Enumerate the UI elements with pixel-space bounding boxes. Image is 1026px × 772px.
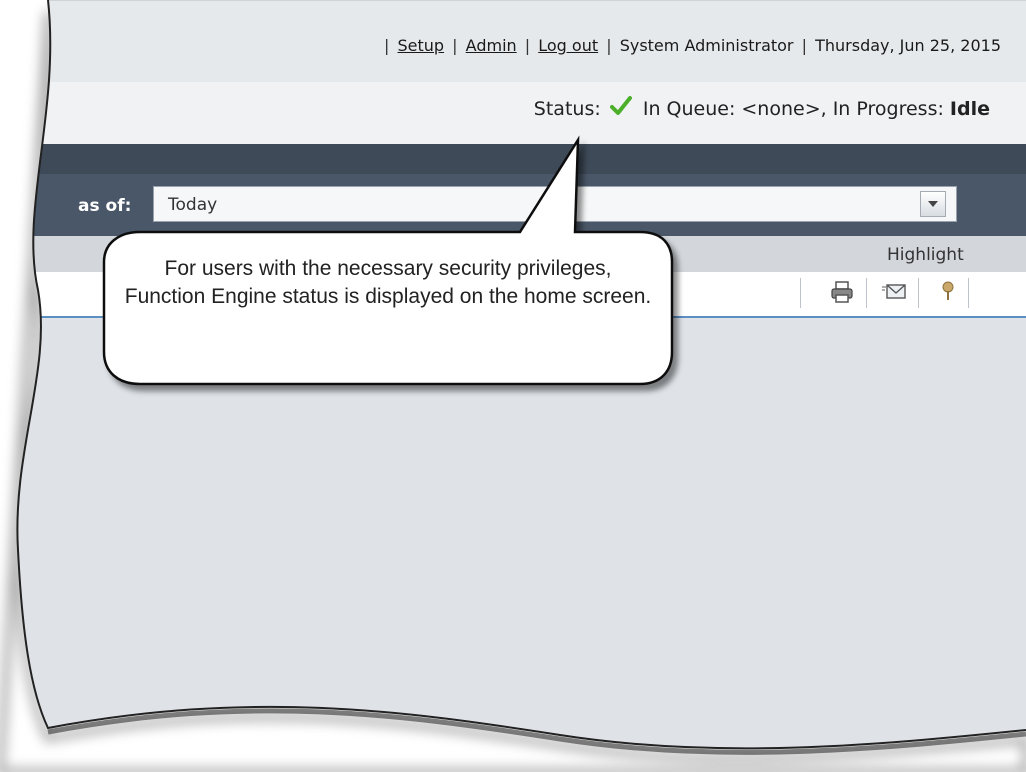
torn-page-edge <box>16 0 1026 755</box>
